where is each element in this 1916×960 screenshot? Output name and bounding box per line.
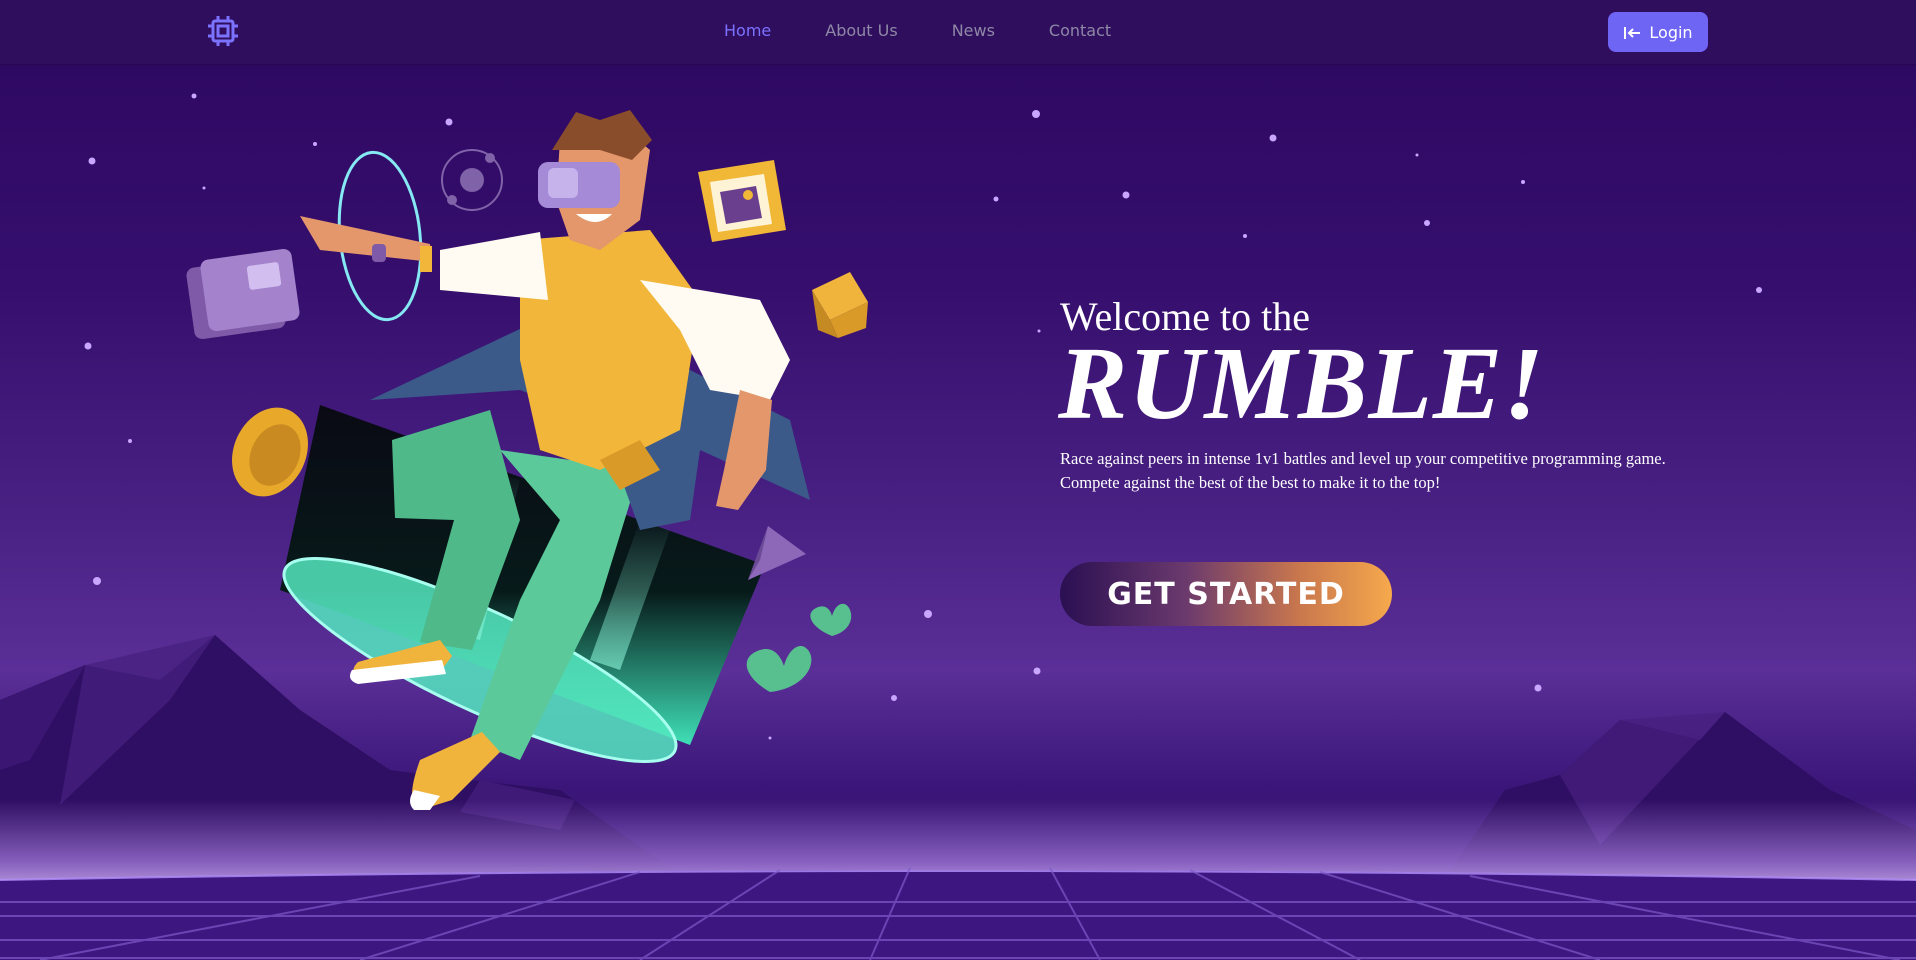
login-button[interactable]: Login bbox=[1608, 12, 1708, 52]
orbit-icon bbox=[441, 149, 503, 211]
login-arrow-icon bbox=[1623, 25, 1641, 39]
picture-frame-icon bbox=[698, 160, 786, 242]
nav-link-home[interactable]: Home bbox=[724, 20, 771, 42]
hero-description: Race against peers in intense 1v1 battle… bbox=[1060, 449, 1666, 492]
nav-links: Home About Us News Contact bbox=[724, 20, 1165, 42]
cube-icon bbox=[812, 272, 868, 338]
get-started-button[interactable]: GET STARTED bbox=[1060, 562, 1392, 626]
hero-stage: Home About Us News Contact Login Welcome… bbox=[0, 0, 1916, 960]
hero-title: RUMBLE! bbox=[1058, 326, 1545, 441]
nav-link-contact[interactable]: Contact bbox=[1049, 20, 1111, 42]
pyramid-icon bbox=[748, 526, 806, 580]
character-head bbox=[538, 110, 652, 250]
nav-link-about-us[interactable]: About Us bbox=[825, 20, 897, 42]
nav-link-news[interactable]: News bbox=[952, 20, 995, 42]
navbar: Home About Us News Contact Login bbox=[0, 0, 1916, 64]
heart-icon bbox=[746, 603, 852, 692]
login-label: Login bbox=[1649, 22, 1693, 42]
card-stack-icon bbox=[186, 248, 300, 340]
chip-icon[interactable] bbox=[206, 14, 240, 48]
